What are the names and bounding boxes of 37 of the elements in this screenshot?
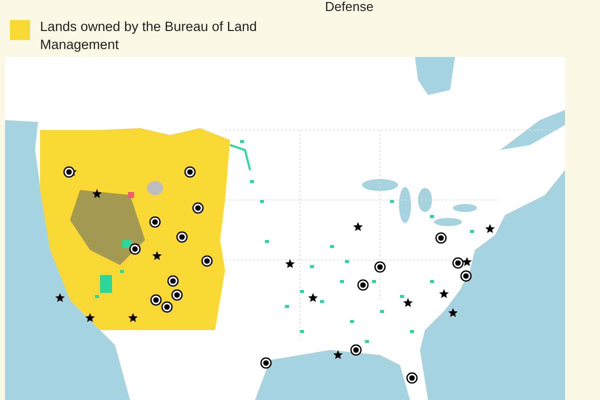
star-icon xyxy=(333,350,343,359)
target-icon xyxy=(176,231,188,243)
star-icon xyxy=(85,313,95,322)
legend-label: Lands owned by the Bureau of Land Management xyxy=(40,18,258,54)
target-icon xyxy=(149,216,161,228)
river-water xyxy=(500,110,565,150)
target-icon xyxy=(63,166,75,178)
star-icon xyxy=(439,289,449,298)
star-icon xyxy=(308,293,318,302)
target-icon xyxy=(171,289,183,301)
target-icon xyxy=(184,166,196,178)
star-icon xyxy=(55,293,65,302)
target-icon xyxy=(357,279,369,291)
target-icon xyxy=(192,202,204,214)
star-icon xyxy=(403,298,413,307)
target-icon xyxy=(150,294,162,306)
target-icon xyxy=(406,372,418,384)
bay-water xyxy=(415,57,455,95)
target-icon xyxy=(435,232,447,244)
star-icon xyxy=(128,313,138,322)
star-icon xyxy=(353,222,363,231)
star-icon xyxy=(92,189,102,198)
target-icon xyxy=(460,270,472,282)
target-icon xyxy=(129,243,141,255)
target-icon xyxy=(260,357,272,369)
star-icon xyxy=(152,251,162,260)
star-icon xyxy=(462,257,472,266)
target-icon xyxy=(374,261,386,273)
star-icon xyxy=(485,224,495,233)
target-icon xyxy=(452,257,464,269)
target-icon xyxy=(167,275,179,287)
legend-label: Defense xyxy=(325,0,374,14)
target-icon xyxy=(161,301,173,313)
star-icon xyxy=(448,308,458,317)
star-icon xyxy=(285,259,295,268)
target-icon xyxy=(201,255,213,267)
target-icon xyxy=(350,344,362,356)
